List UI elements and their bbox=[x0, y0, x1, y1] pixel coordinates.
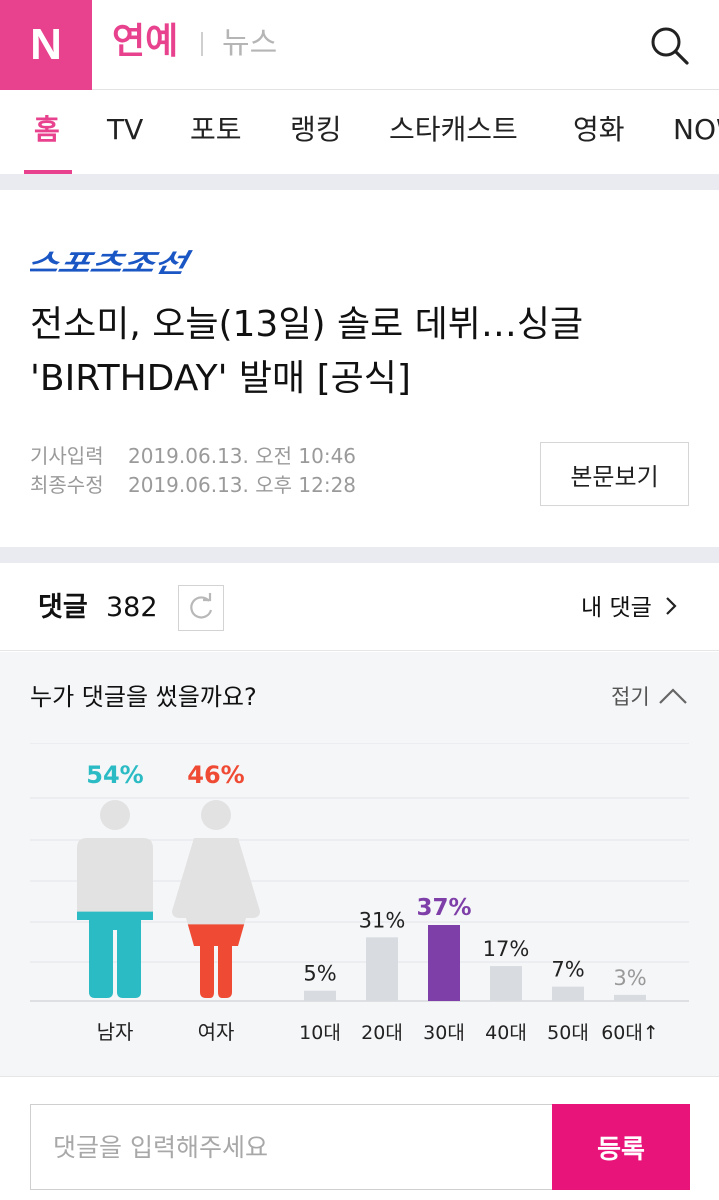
comments-section: 댓글 382 내 댓글 누가 댓글을 썼을까요? 접기 54% 남자 46% 여자 5%… bbox=[0, 563, 719, 1200]
press-logo-text: 스포츠조선 bbox=[30, 249, 193, 277]
published-label: 기사입력 bbox=[30, 444, 104, 468]
gender-category-label: 남자 bbox=[97, 1020, 134, 1044]
female-figure-body-bg bbox=[172, 838, 260, 998]
female-figure-head bbox=[201, 800, 231, 830]
age-category-label: 50대 bbox=[547, 1022, 589, 1044]
gender-percent-label: 54% bbox=[86, 761, 143, 789]
nav-item-home[interactable]: 홈 bbox=[34, 110, 60, 150]
fold-toggle[interactable]: 접기 bbox=[611, 680, 688, 714]
active-tab-indicator bbox=[24, 170, 72, 174]
refresh-button[interactable] bbox=[178, 585, 224, 631]
age-category-label: 40대 bbox=[485, 1022, 527, 1044]
naver-logo[interactable]: N bbox=[0, 0, 92, 90]
my-comments-link[interactable]: 내 댓글 bbox=[581, 591, 679, 625]
nav-item-ranking[interactable]: 랭킹 bbox=[290, 110, 342, 150]
category-nav: 홈 TV 포토 랭킹 스타캐스트 영화 NOW bbox=[0, 90, 719, 174]
age-bar bbox=[552, 986, 584, 1001]
published-value: 2019.06.13. 오전 10:46 bbox=[128, 444, 357, 468]
comment-stats-panel: 누가 댓글을 썼을까요? 접기 54% 남자 46% 여자 5% 10대 31% 20대 37%… bbox=[0, 652, 719, 1077]
top-header: N 연예 뉴스 bbox=[0, 0, 719, 90]
search-icon bbox=[651, 27, 689, 65]
article-headline: 전소미, 오늘(13일) 솔로 데뷔…싱글 'BIRTHDAY' 발매 [공식] bbox=[30, 304, 584, 399]
age-bar bbox=[428, 925, 460, 1001]
nav-item-photo[interactable]: 포토 bbox=[190, 110, 242, 150]
age-value-label: 7% bbox=[551, 958, 584, 982]
section-title[interactable]: 연예 bbox=[112, 18, 178, 66]
submit-comment-button[interactable]: 등록 bbox=[552, 1104, 690, 1190]
age-category-label: 30대 bbox=[423, 1022, 465, 1044]
published-date: 기사입력 2019.06.13. 오전 10:46 bbox=[30, 443, 356, 469]
fold-label: 접기 bbox=[611, 685, 650, 709]
chevron-right-icon bbox=[666, 597, 677, 615]
view-original-button[interactable]: 본문보기 bbox=[540, 442, 689, 506]
age-bar bbox=[490, 966, 522, 1001]
nav-item-tv[interactable]: TV bbox=[107, 110, 143, 150]
comments-count: 382 bbox=[106, 592, 158, 623]
male-figure-head bbox=[100, 800, 130, 830]
age-bar bbox=[366, 937, 398, 1001]
age-value-label: 3% bbox=[613, 966, 646, 990]
modified-date: 최종수정 2019.06.13. 오후 12:28 bbox=[30, 472, 356, 498]
age-value-label: 31% bbox=[359, 908, 406, 932]
age-category-label: 20대 bbox=[361, 1022, 403, 1044]
age-value-label: 37% bbox=[416, 895, 471, 921]
gender-percent-label: 46% bbox=[187, 761, 244, 789]
comment-input[interactable] bbox=[31, 1105, 552, 1189]
age-category-label: 10대 bbox=[299, 1022, 341, 1044]
refresh-icon bbox=[190, 593, 213, 619]
press-logo[interactable]: 스포츠조선 bbox=[30, 247, 200, 277]
gender-category-label: 여자 bbox=[198, 1020, 235, 1044]
demographics-chart: 54% 남자 46% 여자 5% 10대 31% 20대 37% 30대 17% 40대 7% 50대 3%… bbox=[30, 743, 689, 1044]
search-button[interactable] bbox=[644, 20, 694, 70]
stats-title: 누가 댓글을 썼을까요? bbox=[30, 683, 257, 711]
age-value-label: 5% bbox=[303, 962, 336, 986]
age-category-label: 60대↑ bbox=[601, 1022, 659, 1044]
article-header: 스포츠조선 전소미, 오늘(13일) 솔로 데뷔…싱글 'BIRTHDAY' 발… bbox=[0, 190, 719, 547]
subsection-title[interactable]: 뉴스 bbox=[222, 22, 277, 66]
nav-item-now[interactable]: NOW bbox=[673, 110, 719, 150]
modified-value: 2019.06.13. 오후 12:28 bbox=[128, 473, 357, 497]
nav-item-movie[interactable]: 영화 bbox=[573, 110, 625, 150]
comments-label: 댓글 bbox=[38, 592, 88, 623]
age-bar bbox=[614, 994, 646, 1001]
nav-item-starcast[interactable]: 스타캐스트 bbox=[389, 110, 518, 150]
title-divider bbox=[201, 32, 203, 56]
age-bar bbox=[304, 990, 336, 1001]
chevron-up-icon bbox=[659, 688, 688, 704]
my-comments-label: 내 댓글 bbox=[581, 595, 652, 621]
modified-label: 최종수정 bbox=[30, 473, 104, 497]
age-value-label: 17% bbox=[483, 937, 530, 961]
comment-input-row: 등록 bbox=[30, 1104, 690, 1190]
comments-header: 댓글 382 내 댓글 bbox=[0, 563, 719, 651]
